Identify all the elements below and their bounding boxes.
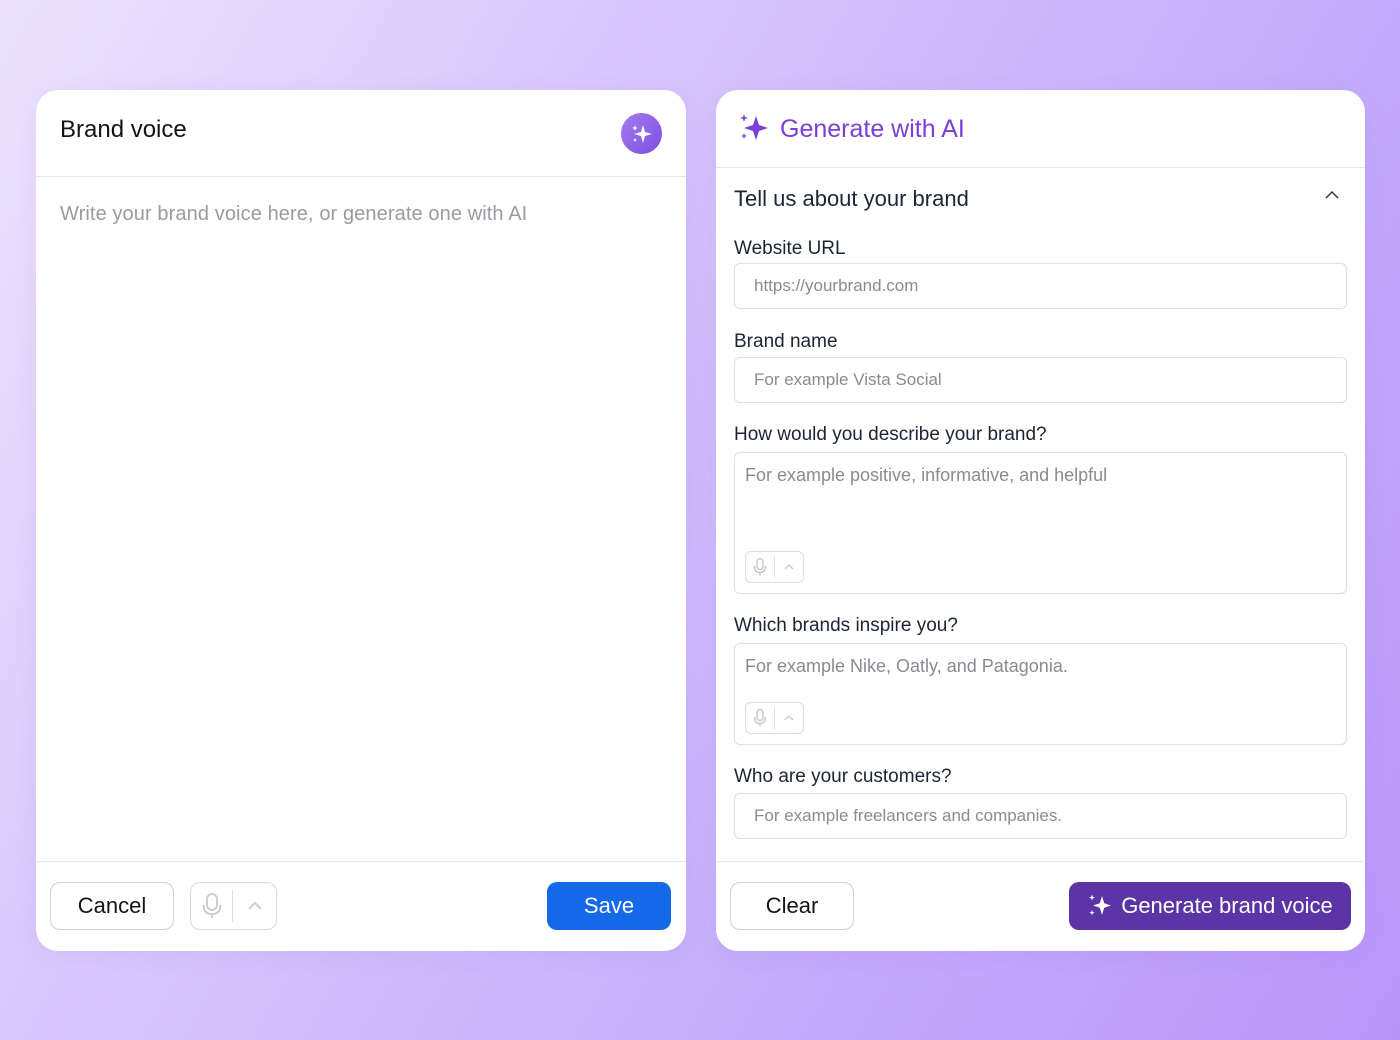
generate-brand-voice-label: Generate brand voice xyxy=(1121,893,1333,918)
brand-voice-panel: Brand voice Write your brand voice here,… xyxy=(36,90,686,951)
customers-label: Who are your customers? xyxy=(734,766,952,787)
brand-voice-title: Brand voice xyxy=(60,116,187,143)
microphone-button[interactable] xyxy=(191,883,232,929)
ai-generate-button[interactable] xyxy=(621,113,662,154)
sparkle-icon xyxy=(740,114,768,140)
inspire-brands-placeholder: For example Nike, Oatly, and Patagonia. xyxy=(745,656,1068,676)
chevron-up-icon xyxy=(247,901,262,910)
voice-options-button[interactable] xyxy=(233,883,276,929)
microphone-icon xyxy=(202,893,221,918)
generate-with-ai-panel: Generate with AI Tell us about your bran… xyxy=(716,90,1365,951)
brand-voice-header: Brand voice xyxy=(36,90,686,177)
voice-options-button[interactable] xyxy=(775,703,803,733)
clear-button[interactable]: Clear xyxy=(730,882,854,930)
website-url-input[interactable]: https://yourbrand.com xyxy=(734,263,1347,309)
voice-input-group xyxy=(190,882,277,930)
inspire-brands-textarea[interactable]: For example Nike, Oatly, and Patagonia. xyxy=(734,643,1347,745)
inspire-voice-input-group xyxy=(745,702,804,734)
describe-brand-textarea[interactable]: For example positive, informative, and h… xyxy=(734,452,1347,594)
microphone-icon xyxy=(753,557,767,576)
describe-voice-input-group xyxy=(745,551,804,583)
brand-info-section-title: Tell us about your brand xyxy=(734,186,969,211)
customers-input[interactable]: For example freelancers and companies. xyxy=(734,793,1347,839)
brand-voice-editor[interactable]: Write your brand voice here, or generate… xyxy=(60,203,527,226)
sparkle-icon xyxy=(1089,894,1112,916)
collapse-chevron-icon[interactable] xyxy=(1324,190,1340,200)
inspire-brands-label: Which brands inspire you? xyxy=(734,615,958,636)
microphone-icon xyxy=(753,708,767,727)
chevron-up-icon xyxy=(784,564,794,570)
microphone-button[interactable] xyxy=(746,552,774,582)
brand-voice-footer: Cancel Save xyxy=(36,861,686,951)
save-button[interactable]: Save xyxy=(547,882,671,930)
generate-title: Generate with AI xyxy=(780,115,965,143)
generate-brand-voice-button[interactable]: Generate brand voice xyxy=(1069,882,1351,930)
chevron-up-icon xyxy=(784,715,794,721)
website-url-label: Website URL xyxy=(734,238,846,259)
voice-options-button[interactable] xyxy=(775,552,803,582)
generate-footer: Clear Generate brand voice xyxy=(716,861,1365,951)
sparkle-icon xyxy=(631,124,652,143)
microphone-button[interactable] xyxy=(746,703,774,733)
brand-name-label: Brand name xyxy=(734,331,838,352)
cancel-button[interactable]: Cancel xyxy=(50,882,174,930)
generate-header: Generate with AI xyxy=(716,90,1365,168)
brand-name-input[interactable]: For example Vista Social xyxy=(734,357,1347,403)
describe-brand-placeholder: For example positive, informative, and h… xyxy=(745,465,1108,485)
describe-brand-label: How would you describe your brand? xyxy=(734,424,1047,445)
